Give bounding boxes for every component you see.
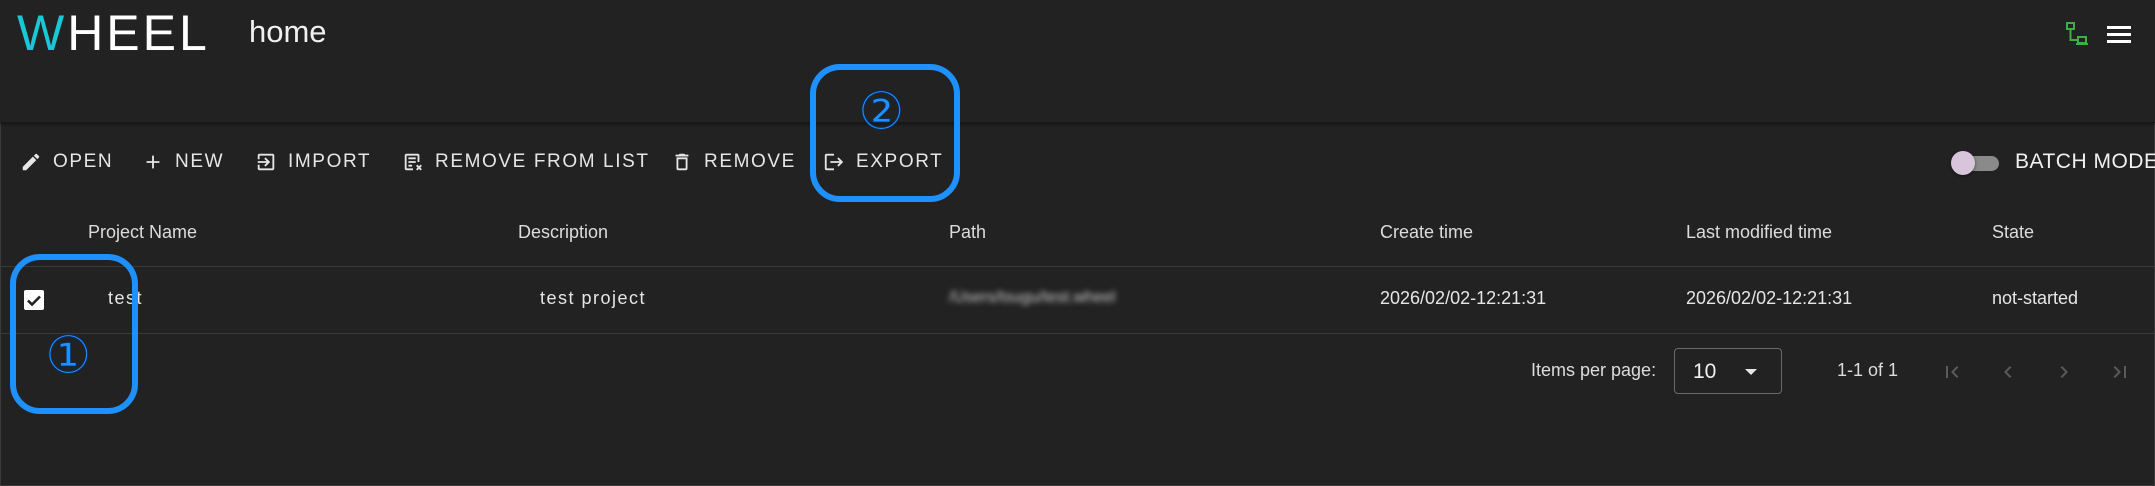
table-row[interactable]: test test project /Users/tsugu/test.whee… <box>0 267 2155 334</box>
app-header: WHEEL home <box>0 0 2155 123</box>
column-header-path[interactable]: Path <box>949 222 986 243</box>
column-header-state[interactable]: State <box>1992 222 2034 243</box>
dropdown-arrow-icon <box>1745 369 1757 375</box>
wheel-logo: WHEEL <box>17 5 210 61</box>
annotation-number-1: ① <box>45 326 93 386</box>
create-time-cell: 2026/02/02-12:21:31 <box>1380 288 1547 308</box>
column-header-create-time[interactable]: Create time <box>1380 222 1473 243</box>
new-button[interactable]: NEW <box>142 140 224 184</box>
network-status-icon[interactable] <box>2066 22 2088 46</box>
items-per-page-label: Items per page: <box>1531 360 1657 380</box>
table-header: Project Name Description Path Create tim… <box>0 210 2155 267</box>
new-label: NEW <box>175 151 225 172</box>
import-button[interactable]: IMPORT <box>255 140 371 184</box>
remove-from-list-label: REMOVE FROM LIST <box>435 151 650 172</box>
path-cell: /Users/tsugu/test.wheel <box>949 289 1116 306</box>
login-icon <box>257 153 275 171</box>
next-page-icon[interactable] <box>2052 360 2076 384</box>
pencil-icon <box>22 153 40 171</box>
column-header-description[interactable]: Description <box>518 222 608 243</box>
column-header-project-name[interactable]: Project Name <box>88 222 197 243</box>
last-page-icon[interactable] <box>2108 360 2132 384</box>
modified-time-cell: 2026/02/02-12:21:31 <box>1686 288 1853 308</box>
items-per-page-select[interactable]: 10 <box>1674 348 1782 394</box>
previous-page-icon[interactable] <box>1996 360 2020 384</box>
batch-mode-switch[interactable] <box>1951 151 1999 175</box>
batch-mode-label: BATCH MODE <box>2015 150 2155 173</box>
paginator: Items per page: 10 1-1 of 1 <box>0 348 2155 398</box>
plus-icon <box>146 155 160 169</box>
hamburger-menu-icon[interactable] <box>2106 24 2132 44</box>
project-toolbar: OPEN NEW IMPORT REMOVE FROM LIST REMOVE … <box>0 140 2155 184</box>
page-title: home <box>249 14 327 49</box>
remove-button[interactable]: REMOVE <box>671 140 796 184</box>
column-header-last-modified-time[interactable]: Last modified time <box>1686 222 1832 243</box>
trash-icon <box>675 153 689 171</box>
state-cell: not-started <box>1992 288 2079 308</box>
remove-from-list-button[interactable]: REMOVE FROM LIST <box>402 140 650 184</box>
annotation-number-2: ② <box>858 82 906 142</box>
open-button[interactable]: OPEN <box>20 140 113 184</box>
list-remove-icon <box>404 153 422 171</box>
switch-thumb <box>1951 151 1975 175</box>
open-label: OPEN <box>53 151 114 172</box>
description-cell: test project <box>540 288 647 308</box>
first-page-icon[interactable] <box>1940 360 1964 384</box>
batch-mode-toggle[interactable]: BATCH MODE <box>1951 140 2155 184</box>
page-range-label: 1-1 of 1 <box>1837 360 1899 380</box>
items-per-page-value: 10 <box>1693 360 1717 383</box>
import-label: IMPORT <box>288 151 372 172</box>
remove-label: REMOVE <box>704 151 796 172</box>
